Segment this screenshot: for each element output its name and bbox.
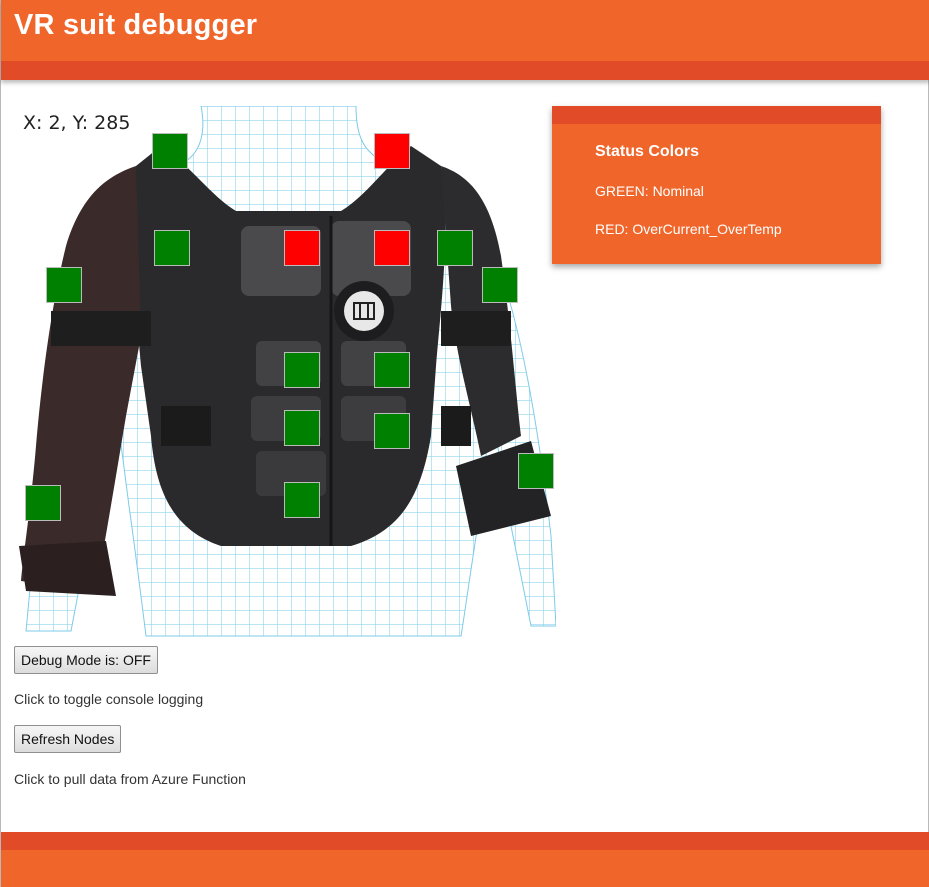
- app-footer: [1, 832, 929, 887]
- legend-band: [552, 106, 881, 124]
- suit-node[interactable]: [284, 230, 320, 266]
- suit-node[interactable]: [374, 413, 410, 449]
- suit-diagram[interactable]: X: 2, Y: 285: [11, 106, 556, 638]
- legend-green: GREEN: Nominal: [595, 183, 704, 199]
- header-band: [1, 61, 929, 80]
- suit-node[interactable]: [482, 267, 518, 303]
- refresh-nodes-button[interactable]: Refresh Nodes: [14, 725, 122, 753]
- suit-node[interactable]: [518, 453, 554, 489]
- footer-band: [1, 832, 929, 850]
- suit-node[interactable]: [374, 352, 410, 388]
- suit-node[interactable]: [437, 230, 473, 266]
- suit-node[interactable]: [374, 230, 410, 266]
- app-header: VR suit debugger: [1, 0, 929, 80]
- legend-red: RED: OverCurrent_OverTemp: [595, 221, 782, 237]
- debug-hint: Click to toggle console logging: [14, 691, 204, 707]
- refresh-hint: Click to pull data from Azure Function: [14, 771, 246, 787]
- suit-node[interactable]: [284, 352, 320, 388]
- suit-node[interactable]: [284, 410, 320, 446]
- suit-node[interactable]: [374, 133, 410, 169]
- suit-node[interactable]: [154, 230, 190, 266]
- debug-mode-button[interactable]: Debug Mode is: OFF: [14, 646, 158, 674]
- suit-node[interactable]: [284, 482, 320, 518]
- status-legend: Status Colors GREEN: Nominal RED: OverCu…: [552, 106, 881, 264]
- coordinate-readout: X: 2, Y: 285: [23, 112, 131, 134]
- legend-title: Status Colors: [595, 143, 700, 160]
- suit-node[interactable]: [152, 133, 188, 169]
- suit-node[interactable]: [25, 485, 61, 521]
- page-title: VR suit debugger: [14, 9, 258, 41]
- suit-node[interactable]: [46, 267, 82, 303]
